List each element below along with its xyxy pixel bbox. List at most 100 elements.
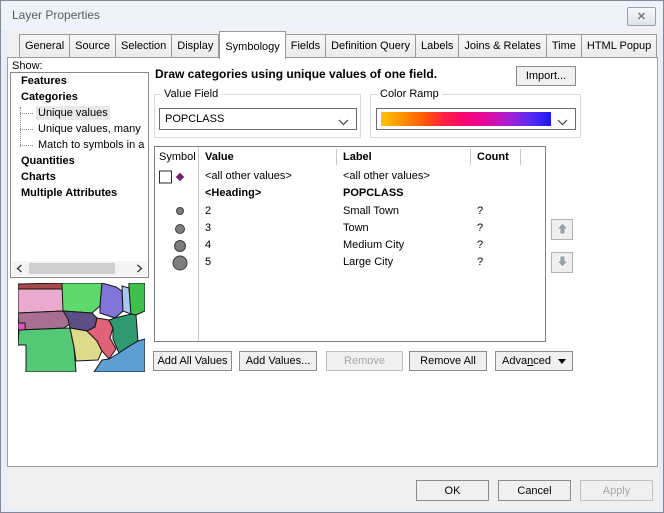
tree-item-label: Features xyxy=(19,74,69,88)
tab-joins-relates[interactable]: Joins & Relates xyxy=(459,34,546,58)
ok-button[interactable]: OK xyxy=(416,480,489,501)
scroll-left-icon[interactable] xyxy=(12,261,27,276)
table-row[interactable]: 2Small Town? xyxy=(155,203,545,220)
map-region-nebraska xyxy=(18,311,70,330)
color-ramp-group: Color Ramp xyxy=(370,94,581,138)
tree-item-match-to-symbols-in-a[interactable]: Match to symbols in a xyxy=(11,137,148,153)
tree-item-label: Unique values, many xyxy=(36,122,143,136)
value-field-selected: POPCLASS xyxy=(160,113,356,125)
cell-value: 5 xyxy=(205,254,211,271)
table-row[interactable]: 5 Large City? xyxy=(155,254,545,271)
tab-time[interactable]: Time xyxy=(547,34,582,58)
move-up-button[interactable] xyxy=(551,219,573,240)
title-bar[interactable]: Layer Properties ✕ xyxy=(1,1,663,30)
table-row[interactable]: 4Medium City? xyxy=(155,237,545,254)
table-row[interactable]: <all other values><all other values> xyxy=(155,168,545,185)
tree-item-quantities[interactable]: Quantities xyxy=(11,153,148,169)
advanced-button[interactable]: Advanced xyxy=(495,351,573,371)
tree-item-features[interactable]: Features xyxy=(11,73,148,89)
tree-item-label: Match to symbols in a xyxy=(36,138,146,152)
chevron-down-icon xyxy=(338,117,349,129)
tab-strip: GeneralSourceSelectionDisplaySymbologyFi… xyxy=(19,34,657,58)
apply-button[interactable]: Apply xyxy=(580,480,653,501)
import-button[interactable]: Import... xyxy=(516,66,576,86)
tab-definition-query[interactable]: Definition Query xyxy=(326,34,416,58)
tab-labels[interactable]: Labels xyxy=(416,34,459,58)
arrow-down-icon xyxy=(556,255,569,271)
all-other-values-checkbox[interactable] xyxy=(159,170,172,183)
show-label: Show: xyxy=(12,60,43,72)
cell-value: 2 xyxy=(205,203,211,220)
cell-label: Medium City xyxy=(343,237,404,254)
table-row[interactable]: 3Town? xyxy=(155,220,545,237)
arrow-up-icon xyxy=(556,222,569,238)
map-region-south-dakota xyxy=(18,289,63,313)
column-header-label: Label xyxy=(343,151,372,163)
cell-label: Town xyxy=(343,220,369,237)
move-down-button[interactable] xyxy=(551,252,573,273)
scrollbar-thumb[interactable] xyxy=(29,263,115,274)
map-region-kansas xyxy=(18,328,76,372)
unique-values-table[interactable]: SymbolValueLabelCount <all other values>… xyxy=(154,146,546,342)
tab-symbology[interactable]: Symbology xyxy=(219,31,285,59)
tab-display[interactable]: Display xyxy=(172,34,219,58)
tree-item-multiple-attributes[interactable]: Multiple Attributes xyxy=(11,185,148,201)
cell-count: ? xyxy=(477,203,483,220)
layer-properties-dialog: Layer Properties ✕ GeneralSourceSelectio… xyxy=(0,0,664,513)
add-values-button[interactable]: Add Values... xyxy=(239,351,317,371)
column-separator xyxy=(470,149,471,165)
cell-label: POPCLASS xyxy=(343,185,404,202)
value-field-dropdown[interactable]: POPCLASS xyxy=(159,108,357,130)
tree-item-label: Multiple Attributes xyxy=(19,186,119,200)
circle-symbol-icon xyxy=(174,240,186,252)
column-separator xyxy=(336,149,337,165)
circle-symbol-icon xyxy=(175,224,185,234)
tree-item-unique-values[interactable]: Unique values xyxy=(11,105,148,121)
column-header-value: Value xyxy=(205,151,234,163)
window-title: Layer Properties xyxy=(12,8,100,22)
color-ramp-label: Color Ramp xyxy=(377,88,442,100)
cell-label: Large City xyxy=(343,254,393,271)
tree-item-categories[interactable]: Categories xyxy=(11,89,148,105)
menu-arrow-icon xyxy=(558,355,566,367)
scroll-right-icon[interactable] xyxy=(132,261,147,276)
tab-fields[interactable]: Fields xyxy=(286,34,326,58)
column-header-count: Count xyxy=(477,151,509,163)
cell-value: <Heading> xyxy=(205,185,261,202)
cell-count: ? xyxy=(477,220,483,237)
tree-item-charts[interactable]: Charts xyxy=(11,169,148,185)
map-region-michigan xyxy=(129,283,145,315)
tree-item-label: Unique values xyxy=(36,106,110,120)
method-description: Draw categories using unique values of o… xyxy=(155,67,510,81)
tree-item-label: Categories xyxy=(19,90,80,104)
table-row[interactable]: <Heading> POPCLASS xyxy=(155,185,545,202)
remove-all-button[interactable]: Remove All xyxy=(409,351,487,371)
tab-source[interactable]: Source xyxy=(70,34,116,58)
layer-preview-map xyxy=(18,283,145,372)
add-all-values-button[interactable]: Add All Values xyxy=(153,351,232,371)
tree-item-label: Quantities xyxy=(19,154,77,168)
cell-count: ? xyxy=(477,254,483,271)
symbology-tab-page: Show: Features Categories Unique values Uni… xyxy=(7,57,658,467)
remove-button[interactable]: Remove xyxy=(326,351,403,371)
cell-value: <all other values> xyxy=(205,168,292,185)
column-separator xyxy=(520,149,521,165)
value-field-label: Value Field xyxy=(161,88,221,100)
circle-symbol-icon xyxy=(173,256,188,271)
tab-html-popup[interactable]: HTML Popup xyxy=(582,34,657,58)
tab-general[interactable]: General xyxy=(19,34,70,58)
map-region-wisconsin xyxy=(100,283,123,318)
show-tree-list[interactable]: Features Categories Unique values Unique va… xyxy=(10,72,149,278)
tree-item-unique-values-many[interactable]: Unique values, many xyxy=(11,121,148,137)
color-ramp-gradient xyxy=(381,112,551,126)
value-field-group: Value Field POPCLASS xyxy=(154,94,361,138)
cell-count: ? xyxy=(477,237,483,254)
tree-item-label: Charts xyxy=(19,170,58,184)
cancel-button[interactable]: Cancel xyxy=(498,480,571,501)
circle-symbol-icon xyxy=(176,207,184,215)
close-button[interactable]: ✕ xyxy=(627,7,656,26)
tab-selection[interactable]: Selection xyxy=(116,34,172,58)
tree-horizontal-scrollbar[interactable] xyxy=(12,261,147,276)
color-ramp-dropdown[interactable] xyxy=(376,108,576,130)
chevron-down-icon xyxy=(557,117,568,129)
